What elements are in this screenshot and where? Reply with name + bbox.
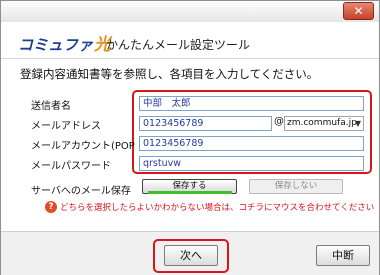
title-bar: ✕ xyxy=(1,1,379,22)
at-sign: @ xyxy=(274,116,284,127)
sender-name-field[interactable]: 中部 太郎 xyxy=(139,96,364,111)
header-divider xyxy=(1,58,379,59)
next-button[interactable]: 次へ xyxy=(164,245,218,266)
selected-indicator xyxy=(148,191,232,194)
help-icon[interactable]: ? xyxy=(45,201,57,213)
server-save-label: サーバへのメール保存 xyxy=(31,186,131,197)
sender-name-label: 送信者名 xyxy=(31,101,71,112)
close-icon: ✕ xyxy=(353,4,364,18)
logo-text: コミュファ xyxy=(18,36,94,54)
app-title: かんたんメール設定ツール xyxy=(106,38,251,52)
dialog-window: ✕ コミュファ光 かんたんメール設定ツール 登録内容通知書等を参照し、各項目を入… xyxy=(0,0,380,275)
chevron-down-icon: ▼ xyxy=(354,119,361,128)
cancel-button[interactable]: 中断 xyxy=(316,245,370,266)
email-label: メールアドレス xyxy=(31,121,101,132)
password-field[interactable]: qrstuvw xyxy=(139,156,364,171)
password-label: メールパスワード xyxy=(31,161,111,172)
brand-logo: コミュファ光 xyxy=(18,34,111,55)
instruction-text: 登録内容通知書等を参照し、各項目を入力してください。 xyxy=(20,67,319,81)
email-domain-value: zm.commufa.jp xyxy=(287,118,357,128)
close-button[interactable]: ✕ xyxy=(343,2,374,20)
account-field[interactable]: 0123456789 xyxy=(139,136,364,151)
email-local-field[interactable]: 0123456789 xyxy=(139,116,272,131)
do-not-save-button[interactable]: 保存しない xyxy=(249,179,343,194)
email-domain-select[interactable]: zm.commufa.jp ▼ xyxy=(284,116,364,131)
help-text[interactable]: どちらを選択したらよいかわからない場合は、コチラにマウスを合わせてください xyxy=(60,201,374,213)
account-label: メールアカウント(POP ID) xyxy=(31,141,153,152)
